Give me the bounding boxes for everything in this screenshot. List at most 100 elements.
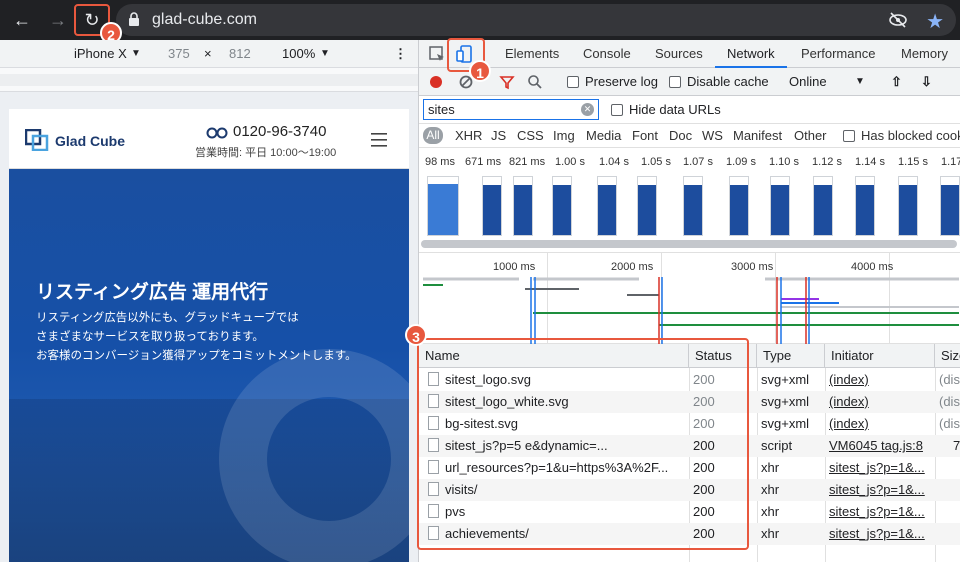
inspect-element-icon[interactable] (427, 44, 447, 64)
business-hours: 営業時間: 平日 10:00〜19:00 (195, 147, 337, 159)
phone-number[interactable]: 0120-96-3740 (233, 123, 326, 140)
disable-cache-checkbox[interactable] (669, 76, 681, 88)
filter-icon[interactable] (499, 74, 515, 90)
devtools-panel: Elements Console Sources Network Perform… (405, 38, 960, 562)
tab-sources[interactable]: Sources (655, 46, 703, 61)
type-filter-xhr[interactable]: XHR (455, 128, 482, 143)
type-filter-img[interactable]: Img (553, 128, 575, 143)
filter-row: ✕ Hide data URLs (419, 96, 960, 124)
filmstrip-frame[interactable] (683, 176, 703, 236)
zoom-select[interactable]: 100% (282, 46, 315, 61)
device-select[interactable]: iPhone X (74, 46, 127, 61)
filmstrip-frame[interactable] (427, 176, 459, 236)
disable-cache-label: Disable cache (687, 74, 769, 89)
media-query-ruler (0, 68, 418, 92)
export-har-icon[interactable]: ⇩ (921, 74, 932, 90)
hide-data-urls-label: Hide data URLs (629, 102, 721, 117)
device-width[interactable]: 375 (168, 46, 190, 61)
filmstrip-time: 1.04 s (599, 156, 629, 168)
device-height[interactable]: 812 (229, 46, 251, 61)
preserve-log-label: Preserve log (585, 74, 658, 89)
site-header: Glad Cube 0120-96-3740 営業時間: 平日 10:00〜19… (9, 109, 409, 169)
chevron-down-icon: ▼ (320, 48, 330, 59)
tab-console[interactable]: Console (583, 46, 631, 61)
browser-toolbar: ← → ↻ glad-cube.com ★ (0, 0, 960, 40)
filmstrip-frame[interactable] (552, 176, 572, 236)
url-text: glad-cube.com (152, 11, 257, 28)
record-icon[interactable] (429, 75, 443, 89)
import-har-icon[interactable]: ⇧ (891, 74, 902, 90)
lock-icon (129, 12, 139, 26)
filmstrip-time: 671 ms (465, 156, 502, 168)
filmstrip-frame[interactable] (597, 176, 617, 236)
type-filter-all[interactable]: All (423, 127, 443, 144)
network-overview: 1000 ms 2000 ms 3000 ms 4000 ms (419, 252, 960, 345)
address-bar[interactable]: glad-cube.com ★ (116, 4, 956, 36)
filmstrip-time: 1.12 s (812, 156, 842, 168)
filmstrip-frame[interactable] (729, 176, 749, 236)
filmstrip-time: 821 ms (509, 156, 546, 168)
type-filter-js[interactable]: JS (491, 128, 506, 143)
col-header-size[interactable]: Size (935, 344, 960, 368)
tab-elements[interactable]: Elements (505, 46, 559, 61)
type-filter-manifest[interactable]: Manifest (733, 128, 782, 143)
type-filter-media[interactable]: Media (586, 128, 621, 143)
mobile-page: Glad Cube 0120-96-3740 営業時間: 平日 10:00〜19… (9, 109, 409, 562)
tab-performance[interactable]: Performance (801, 46, 875, 61)
chevron-down-icon: ▼ (131, 48, 141, 59)
filmstrip-frame[interactable] (513, 176, 533, 236)
hero-c-shape (219, 349, 409, 562)
requests-highlight (417, 338, 749, 550)
search-icon[interactable] (527, 74, 543, 90)
hide-data-urls-checkbox[interactable] (611, 104, 623, 116)
clear-filter-icon[interactable]: ✕ (581, 103, 594, 116)
filmstrip-frame[interactable] (770, 176, 790, 236)
filmstrip-frame[interactable] (637, 176, 657, 236)
forward-icon[interactable]: → (46, 8, 70, 32)
back-icon[interactable]: ← (10, 8, 34, 32)
filter-input[interactable] (423, 99, 599, 120)
eye-off-icon[interactable] (888, 11, 908, 29)
filmstrip-time: 1.14 s (855, 156, 885, 168)
col-header-type[interactable]: Type (757, 344, 825, 368)
col-header-initiator[interactable]: Initiator (825, 344, 935, 368)
filmstrip-frame[interactable] (813, 176, 833, 236)
filmstrip-frame[interactable] (940, 176, 960, 236)
filmstrip-time: 1.10 s (769, 156, 799, 168)
filmstrip-frame[interactable] (898, 176, 918, 236)
type-filter-ws[interactable]: WS (702, 128, 723, 143)
preserve-log-checkbox[interactable] (567, 76, 579, 88)
type-filter-other[interactable]: Other (794, 128, 827, 143)
glad-cube-logo-icon[interactable] (25, 129, 49, 151)
filmstrip-time: 98 ms (425, 156, 455, 168)
filmstrip-time: 1.15 s (898, 156, 928, 168)
type-filter-font[interactable]: Font (632, 128, 658, 143)
filmstrip-time: 1.00 s (555, 156, 585, 168)
chevron-down-icon: ▼ (855, 76, 865, 87)
callout-1: 1 (469, 60, 491, 82)
filmstrip: 98 ms 671 ms 821 ms 1.00 s 1.04 s 1.05 s… (419, 148, 960, 244)
throttle-select[interactable]: Online (789, 74, 827, 89)
more-vert-icon[interactable]: ⋮ (394, 46, 407, 62)
filmstrip-frame[interactable] (482, 176, 502, 236)
blocked-cookies-checkbox[interactable] (843, 130, 855, 142)
hero-title: リスティング広告 運用代行 (36, 282, 269, 303)
filmstrip-scrollbar[interactable] (421, 240, 957, 248)
type-filter-css[interactable]: CSS (517, 128, 544, 143)
devtools-tabbar: Elements Console Sources Network Perform… (419, 40, 960, 68)
network-toolbar: Preserve log Disable cache Online ▼ ⇧ ⇩ (419, 68, 960, 96)
filmstrip-time: 1.07 s (683, 156, 713, 168)
filmstrip-time: 1.09 s (726, 156, 756, 168)
tab-network[interactable]: Network (727, 46, 775, 61)
site-logo-text[interactable]: Glad Cube (55, 133, 125, 149)
waterfall-overview (423, 277, 959, 345)
tab-memory[interactable]: Memory (901, 46, 948, 61)
blocked-cookies-label: Has blocked cookies (861, 128, 960, 143)
filmstrip-time: 1.05 s (641, 156, 671, 168)
callout-3: 3 (405, 324, 427, 346)
requests-table: Name Status Type Initiator Size sitest_l… (417, 338, 960, 562)
bookmark-star-icon[interactable]: ★ (926, 9, 944, 34)
filmstrip-frame[interactable] (855, 176, 875, 236)
hamburger-menu-icon[interactable] (371, 133, 387, 147)
type-filter-doc[interactable]: Doc (669, 128, 692, 143)
